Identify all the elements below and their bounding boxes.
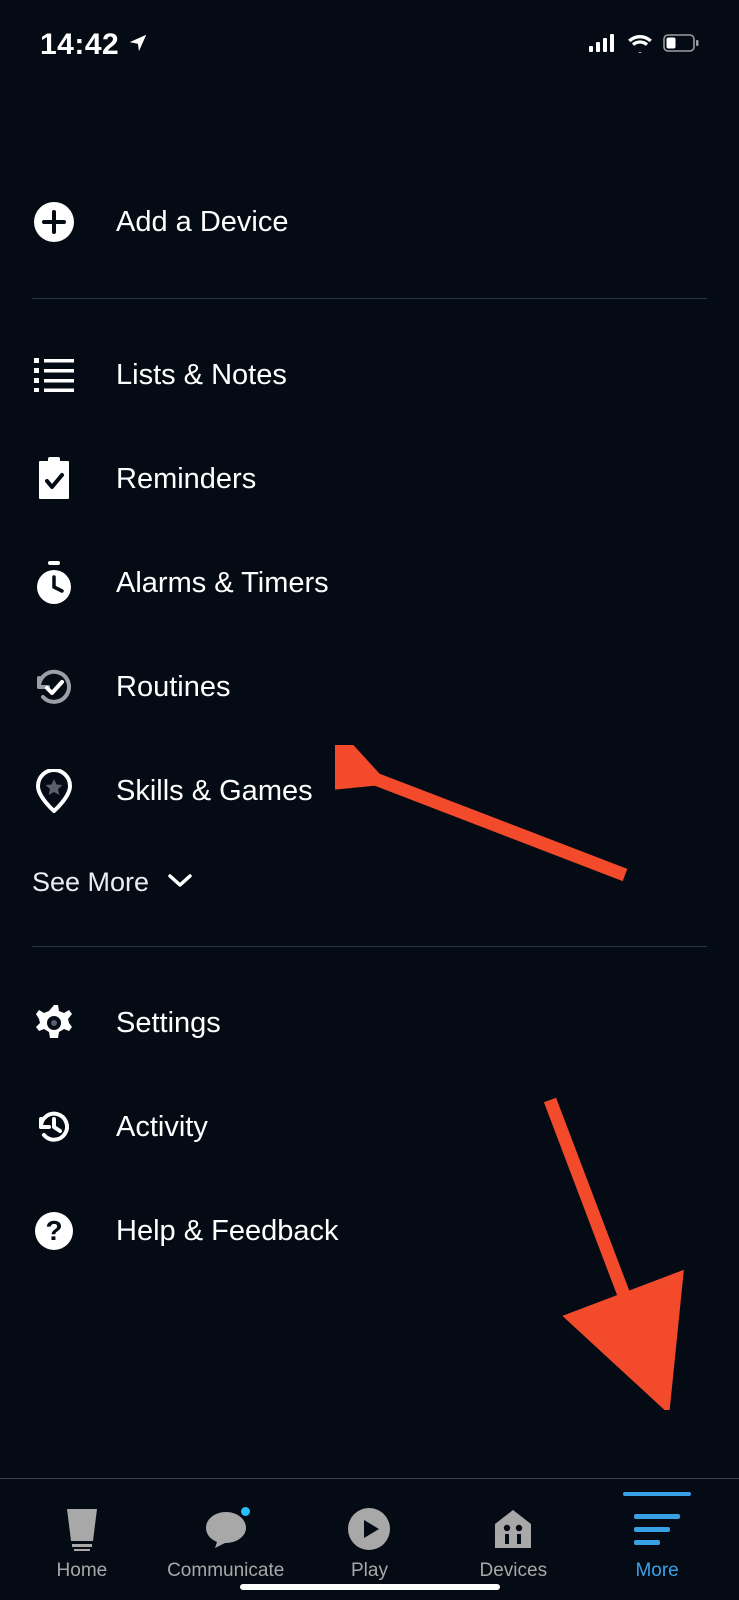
see-more-toggle[interactable]: See More xyxy=(32,843,707,922)
routine-refresh-icon xyxy=(32,665,76,709)
devices-house-icon xyxy=(490,1506,536,1552)
menu-item-activity[interactable]: Activity xyxy=(32,1075,707,1179)
more-menu-content: Add a Device Lists & Notes xyxy=(0,90,739,1478)
tab-home[interactable]: Home xyxy=(10,1506,154,1582)
tab-communicate[interactable]: Communicate xyxy=(154,1506,298,1582)
home-indicator[interactable] xyxy=(240,1584,500,1590)
home-echo-icon xyxy=(59,1506,105,1552)
svg-text:?: ? xyxy=(45,1215,62,1246)
tab-label: Home xyxy=(57,1560,108,1582)
menu-label: Lists & Notes xyxy=(116,359,287,392)
location-icon xyxy=(127,32,149,59)
menu-item-routines[interactable]: Routines xyxy=(32,635,707,739)
tab-play[interactable]: Play xyxy=(298,1506,442,1582)
tab-label: More xyxy=(635,1560,678,1582)
menu-item-settings[interactable]: Settings xyxy=(32,971,707,1075)
battery-icon xyxy=(663,34,699,57)
history-icon xyxy=(32,1105,76,1149)
status-bar: 14:42 xyxy=(0,0,739,90)
signal-icon xyxy=(589,33,617,58)
status-bar-right xyxy=(589,33,699,58)
menu-label: Help & Feedback xyxy=(116,1215,338,1248)
list-icon xyxy=(32,353,76,397)
menu-item-lists-notes[interactable]: Lists & Notes xyxy=(32,323,707,427)
skills-location-star-icon xyxy=(32,769,76,813)
menu-item-reminders[interactable]: Reminders xyxy=(32,427,707,531)
menu-label: Routines xyxy=(116,671,230,704)
tab-more[interactable]: More xyxy=(585,1506,729,1582)
menu-label: Add a Device xyxy=(116,206,289,239)
see-more-label: See More xyxy=(32,867,149,898)
tab-label: Play xyxy=(351,1560,388,1582)
gear-icon xyxy=(32,1001,76,1045)
chevron-down-icon xyxy=(167,872,193,893)
hamburger-menu-icon xyxy=(634,1506,680,1552)
menu-label: Alarms & Timers xyxy=(116,567,329,600)
menu-item-add-device[interactable]: Add a Device xyxy=(32,170,707,274)
tab-label: Communicate xyxy=(167,1560,284,1582)
wifi-icon xyxy=(627,33,653,58)
notification-dot-icon xyxy=(240,1506,251,1517)
menu-label: Skills & Games xyxy=(116,775,313,808)
active-tab-indicator xyxy=(623,1492,691,1496)
play-circle-icon xyxy=(346,1506,392,1552)
alarm-clock-icon xyxy=(32,561,76,605)
menu-item-skills-games[interactable]: Skills & Games xyxy=(32,739,707,843)
clipboard-check-icon xyxy=(32,457,76,501)
status-bar-left: 14:42 xyxy=(40,28,149,62)
menu-label: Reminders xyxy=(116,463,256,496)
speech-bubble-icon xyxy=(203,1506,249,1552)
menu-label: Activity xyxy=(116,1111,208,1144)
plus-circle-icon xyxy=(32,200,76,244)
menu-item-help-feedback[interactable]: ? Help & Feedback xyxy=(32,1179,707,1283)
divider xyxy=(32,946,707,947)
status-time: 14:42 xyxy=(40,28,119,62)
divider xyxy=(32,298,707,299)
bottom-tab-bar: Home Communicate Play xyxy=(0,1478,739,1600)
tab-label: Devices xyxy=(480,1560,548,1582)
menu-item-alarms-timers[interactable]: Alarms & Timers xyxy=(32,531,707,635)
menu-label: Settings xyxy=(116,1007,221,1040)
question-circle-icon: ? xyxy=(32,1209,76,1253)
tab-devices[interactable]: Devices xyxy=(441,1506,585,1582)
